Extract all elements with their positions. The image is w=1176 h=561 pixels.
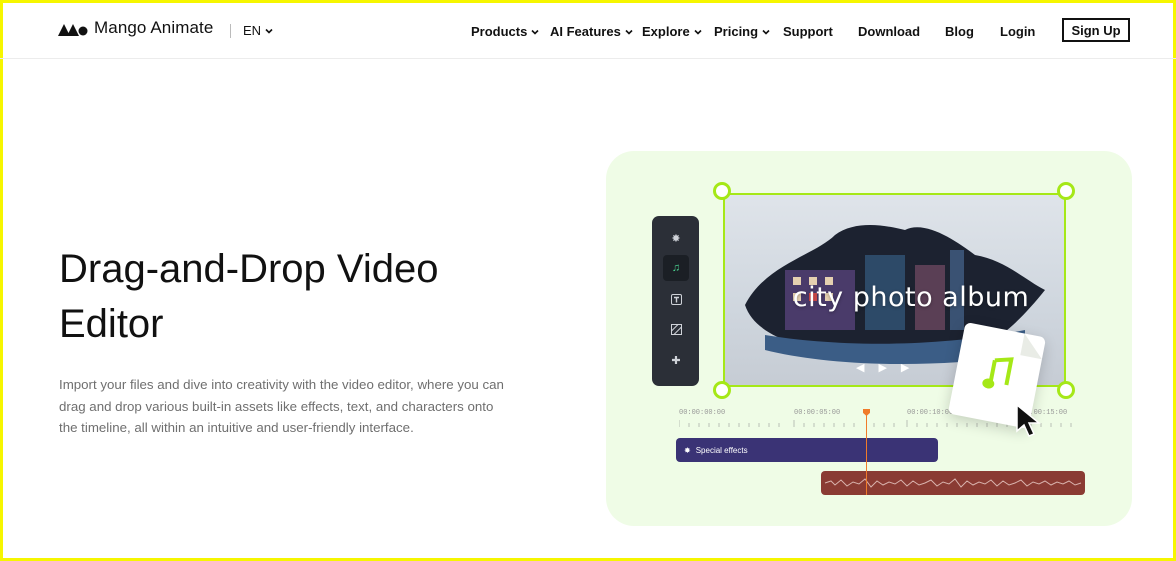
nav-label: Login (1000, 24, 1036, 39)
nav-explore[interactable]: Explore (642, 24, 703, 39)
hero-description: Import your files and dive into creativi… (59, 377, 504, 435)
nav-support[interactable]: Support (783, 24, 833, 39)
nav-label: Blog (945, 24, 974, 39)
chevron-down-icon (694, 29, 702, 35)
nav-label: Download (858, 24, 921, 39)
resize-handle (1057, 381, 1075, 399)
signup-button[interactable]: Sign Up (1062, 18, 1130, 42)
nav-products[interactable]: Products (471, 24, 540, 39)
nav-label: Explore (642, 24, 690, 39)
logo[interactable]: Mango Animate (58, 18, 213, 38)
chevron-down-icon (531, 29, 539, 35)
language-label: EN (243, 23, 262, 38)
chevron-down-icon (762, 29, 770, 35)
timestamp: 00:00:05:00 (794, 409, 841, 417)
divider (230, 24, 231, 38)
audio-waveform (824, 478, 1082, 488)
hero-title: Drag-and-Drop Video Editor (59, 247, 439, 346)
puzzle-icon: ✚ (671, 354, 681, 367)
language-selector[interactable]: EN (243, 23, 274, 38)
site-header: Mango Animate EN Products AI Features Ex… (0, 0, 1176, 59)
text-icon (663, 286, 689, 312)
editor-illustration: ✸ ♫ ✚ city photo album ◀▶▶ 00:00:00:00 0… (606, 151, 1132, 526)
nav-label: Products (471, 24, 528, 39)
nav-ai-features[interactable]: AI Features (550, 24, 634, 39)
nav-label: AI Features (550, 24, 621, 39)
background-icon (663, 316, 689, 342)
video-playback-controls: ◀▶▶ (856, 362, 924, 374)
timestamp: 00:00:10:00 (907, 409, 954, 417)
resize-handle (1057, 182, 1075, 200)
nav-login[interactable]: Login (1000, 24, 1035, 39)
timestamp: 00:00:00:00 (679, 409, 726, 417)
mango-logo-icon (58, 24, 88, 36)
chevron-down-icon (625, 29, 633, 35)
nav-label: Pricing (714, 24, 759, 39)
playhead (866, 410, 867, 495)
nav-download[interactable]: Download (858, 24, 920, 39)
resize-handle (713, 381, 731, 399)
resize-handle (713, 182, 731, 200)
chevron-down-icon (265, 28, 273, 34)
cursor-icon (1016, 404, 1042, 437)
track-label: Special effects (695, 445, 748, 455)
nav-pricing[interactable]: Pricing (714, 24, 771, 39)
nav-label: Support (783, 24, 833, 39)
music-icon: ♫ (663, 255, 689, 281)
editor-toolbar: ✸ ♫ ✚ (652, 216, 699, 386)
video-title: city photo album (792, 282, 1030, 313)
audio-track (821, 471, 1085, 495)
playhead-marker (863, 409, 870, 416)
effects-icon: ✸ (684, 445, 691, 455)
nav-blog[interactable]: Blog (945, 24, 974, 39)
brand-name: Mango Animate (94, 18, 214, 37)
effects-icon: ✸ (671, 232, 681, 245)
special-effects-track: ✸ Special effects (676, 438, 938, 462)
